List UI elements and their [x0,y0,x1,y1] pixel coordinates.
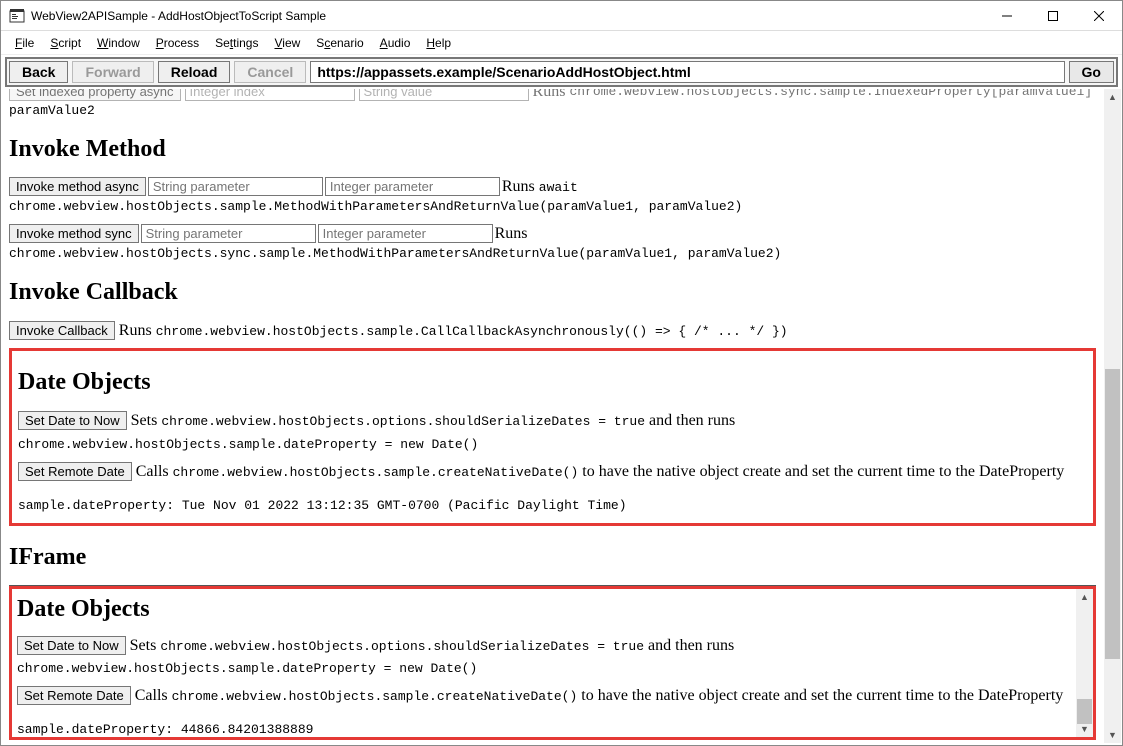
window-title: WebView2APISample - AddHostObjectToScrip… [31,9,984,23]
iframe-scrollbar[interactable]: ▲ ▼ [1076,589,1093,737]
maximize-button[interactable] [1030,1,1076,31]
menu-scenario[interactable]: Scenario [308,34,371,52]
invoke-async-row: Invoke method async Runs await [9,177,1096,196]
menu-file[interactable]: File [7,34,42,52]
go-button[interactable]: Go [1069,61,1114,83]
menu-script[interactable]: Script [42,34,89,52]
forward-button[interactable]: Forward [72,61,153,83]
webview-content: Set indexed property async Runs chrome.w… [1,89,1122,745]
content-scroll[interactable]: Set indexed property async Runs chrome.w… [1,89,1104,745]
async-code-line: chrome.webview.hostObjects.sample.Method… [9,199,1096,214]
iframe-date-code3: chrome.webview.hostObjects.sample.create… [172,689,578,704]
set-indexed-property-button[interactable]: Set indexed property async [9,89,181,101]
address-bar[interactable] [310,61,1064,83]
runs-label: Runs [533,89,566,101]
menu-window[interactable]: Window [89,34,148,52]
date-objects-section: Date Objects Set Date to Now Sets chrome… [9,348,1096,525]
cancel-button[interactable]: Cancel [234,61,306,83]
back-button[interactable]: Back [9,61,68,83]
iframe-date-tail: to have the native object create and set… [581,687,1063,704]
app-window: WebView2APISample - AddHostObjectToScrip… [0,0,1123,746]
top-code: chrome.webview.hostObjects.sync.sample.I… [569,89,1096,99]
string-value-input[interactable] [359,89,529,101]
async-integer-param-input[interactable] [325,177,500,196]
date-result: sample.dateProperty: Tue Nov 01 2022 13:… [18,498,1087,513]
menu-view[interactable]: View [266,34,308,52]
iframe-date-code1: chrome.webview.hostObjects.options.shoul… [160,639,644,654]
integer-index-input[interactable] [185,89,355,101]
iframe-container: Date Objects Set Date to Now Sets chrome… [9,585,1096,740]
calls-label: Calls [136,463,169,480]
iframe-date-result: sample.dateProperty: 44866.84201388889 [17,722,1088,737]
set-indexed-row: Set indexed property async Runs chrome.w… [9,89,1096,101]
scroll-down-icon[interactable]: ▼ [1105,727,1120,743]
invoke-callback-button[interactable]: Invoke Callback [9,321,115,340]
app-icon [9,8,25,24]
sync-string-param-input[interactable] [141,224,316,243]
menu-help[interactable]: Help [418,34,459,52]
iframe-set-remote-date-button[interactable]: Set Remote Date [17,686,131,705]
iframe-set-remote-date-row: Set Remote Date Calls chrome.webview.hos… [17,685,1088,707]
set-remote-date-row: Set Remote Date Calls chrome.webview.hos… [18,461,1087,483]
reload-button[interactable]: Reload [158,61,231,83]
sync-integer-param-input[interactable] [318,224,493,243]
close-button[interactable] [1076,1,1122,31]
set-date-to-now-button[interactable]: Set Date to Now [18,411,127,430]
invoke-method-async-button[interactable]: Invoke method async [9,177,146,196]
and-then-label: and then runs [649,412,735,429]
callback-code: chrome.webview.hostObjects.sample.CallCa… [156,324,788,339]
invoke-callback-heading: Invoke Callback [9,279,1096,306]
date-code2: chrome.webview.hostObjects.sample.datePr… [18,437,478,452]
set-date-now-row: Set Date to Now Sets chrome.webview.host… [18,410,1087,455]
menu-settings[interactable]: Settings [207,34,266,52]
callback-runs-label: Runs [119,322,152,339]
scroll-up-icon[interactable]: ▲ [1105,89,1120,105]
iframe-and-then-label: and then runs [648,637,734,654]
iframe-scroll-up-icon[interactable]: ▲ [1077,589,1092,605]
date-code1: chrome.webview.hostObjects.options.shoul… [161,414,645,429]
async-string-param-input[interactable] [148,177,323,196]
scroll-thumb[interactable] [1105,369,1120,659]
menu-audio[interactable]: Audio [372,34,419,52]
iframe-set-date-now-row: Set Date to Now Sets chrome.webview.host… [17,635,1088,680]
param-value2-wrap: paramValue2 [9,103,1096,118]
title-bar: WebView2APISample - AddHostObjectToScrip… [1,1,1122,31]
invoke-sync-row: Invoke method sync Runs [9,224,1096,243]
nav-toolbar: Back Forward Reload Cancel Go [5,57,1118,87]
iframe-date-code2: chrome.webview.hostObjects.sample.datePr… [17,661,477,676]
date-code3: chrome.webview.hostObjects.sample.create… [173,465,579,480]
menu-process[interactable]: Process [148,34,207,52]
invoke-method-sync-button[interactable]: Invoke method sync [9,224,139,243]
date-tail: to have the native object create and set… [582,463,1064,480]
menu-bar: File Script Window Process Settings View… [1,31,1122,55]
iframe-calls-label: Calls [135,687,168,704]
date-objects-heading: Date Objects [18,369,1087,396]
iframe-set-date-to-now-button[interactable]: Set Date to Now [17,636,126,655]
set-remote-date-button[interactable]: Set Remote Date [18,462,132,481]
iframe-scroll-down-icon[interactable]: ▼ [1077,721,1092,737]
runs-await-label: Runs await [502,178,578,196]
minimize-button[interactable] [984,1,1030,31]
iframe-date-heading: Date Objects [17,596,1088,623]
iframe-heading: IFrame [9,544,1096,571]
iframe-sets-label: Sets [130,637,157,654]
invoke-method-heading: Invoke Method [9,136,1096,163]
sets-label: Sets [131,412,158,429]
sync-runs-label: Runs [495,225,528,243]
sync-code-line: chrome.webview.hostObjects.sync.sample.M… [9,246,1096,261]
main-scrollbar[interactable]: ▲ ▼ [1104,89,1121,743]
invoke-callback-row: Invoke Callback Runs chrome.webview.host… [9,320,1096,342]
